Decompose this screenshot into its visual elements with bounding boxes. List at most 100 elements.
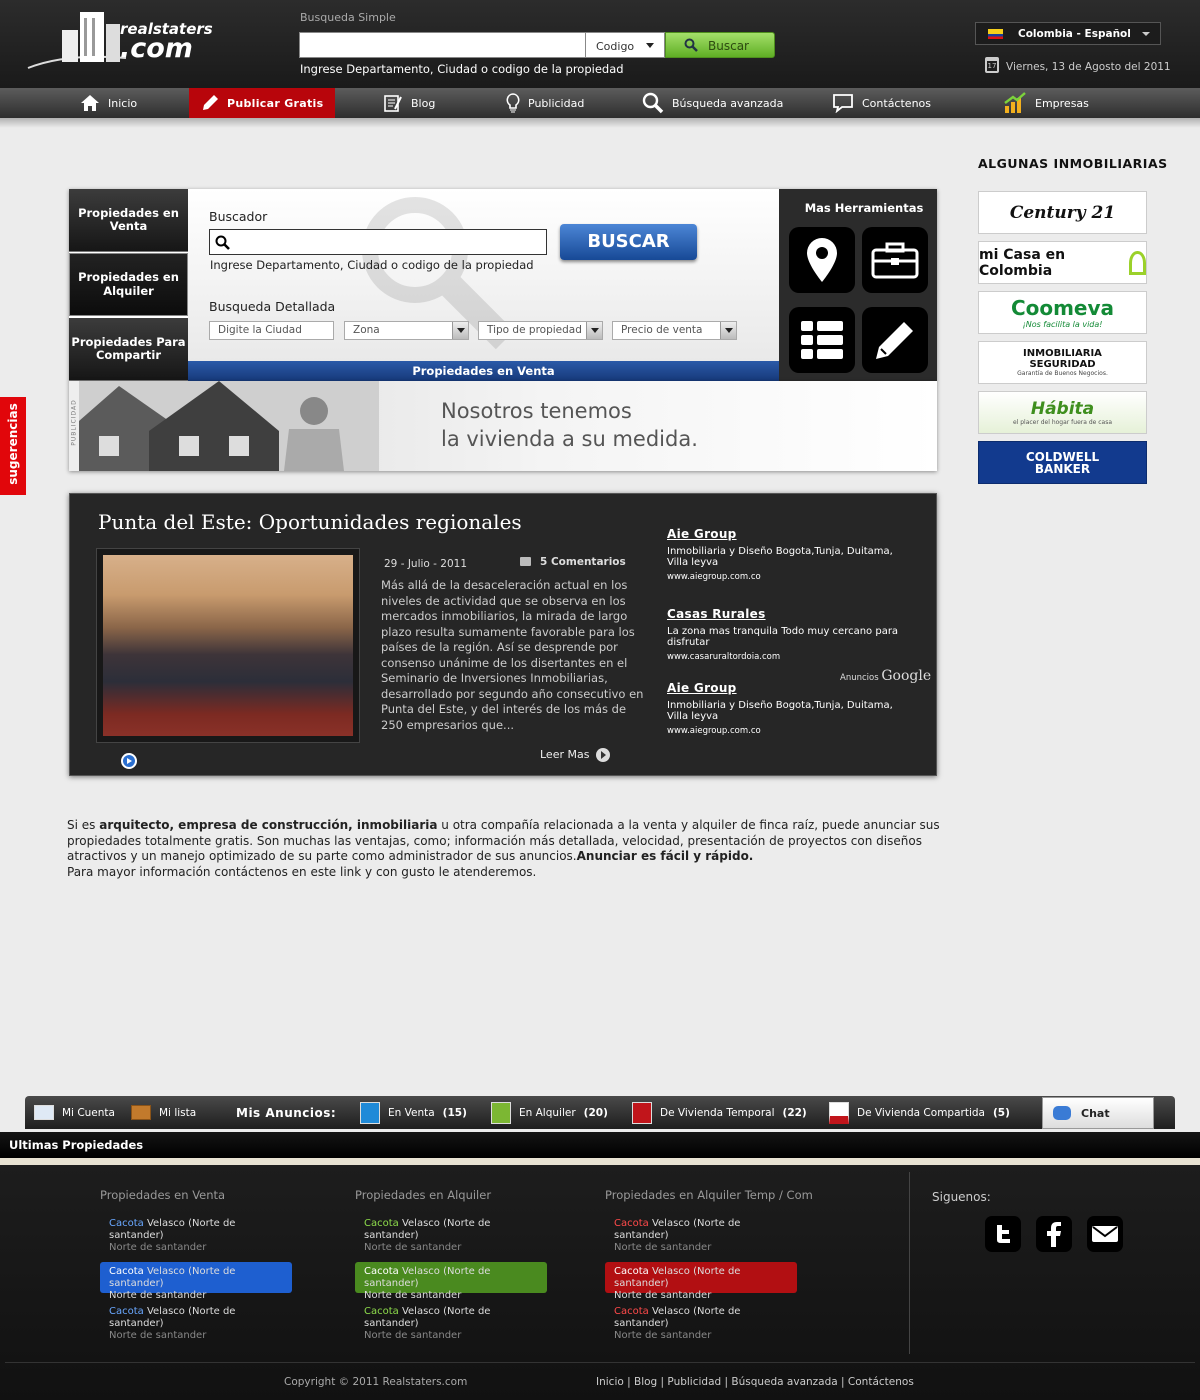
publicidad-label: PUBLICIDAD	[69, 381, 79, 471]
footer-property-entry[interactable]: Cacota Velasco (Norte de santander) Norte…	[100, 1302, 292, 1341]
language-select[interactable]: Colombia - Español	[975, 22, 1161, 45]
comment-icon	[520, 557, 531, 566]
nav-busqueda-avanzada[interactable]: Búsqueda avanzada	[642, 88, 783, 118]
coldwell-banker-logo[interactable]: COLDWELL BANKER	[978, 441, 1147, 484]
nav-contactenos[interactable]: Contáctenos	[832, 88, 931, 118]
ciudad-input[interactable]: Digite la Ciudad	[209, 321, 334, 340]
anuncios-alquiler-button[interactable]: En Alquiler (20)	[491, 1096, 608, 1129]
entry-region: Norte de santander	[364, 1242, 462, 1253]
simple-search-input[interactable]	[299, 32, 585, 58]
inmobiliaria-seguridad-logo[interactable]: INMOBILIARIA SEGURIDAD Garantía de Buenos…	[978, 341, 1147, 384]
anuncios-venta-button[interactable]: En Venta (15)	[360, 1096, 467, 1129]
briefcase-icon	[131, 1105, 151, 1120]
buscador-input[interactable]	[209, 229, 547, 255]
chevron-down-icon	[452, 322, 468, 339]
news-comments-link[interactable]: 5 Comentarios	[540, 556, 626, 568]
facebook-icon[interactable]	[1036, 1216, 1072, 1252]
nav-blog[interactable]: Blog	[383, 88, 435, 118]
nav-publicar-gratis[interactable]: Publicar Gratis	[189, 88, 336, 118]
tools-title: Mas Herramientas	[804, 201, 924, 215]
read-more-link[interactable]: Leer Mas	[540, 748, 589, 761]
facebook-glyph	[1047, 1222, 1061, 1247]
envelope-glyph	[1092, 1226, 1118, 1242]
code-select[interactable]: Codigo	[585, 32, 665, 58]
tab-propiedades-alquiler[interactable]: Propiedades en Alquiler	[69, 253, 188, 316]
news-photo[interactable]	[96, 548, 360, 743]
ciudad-placeholder: Digite la Ciudad	[218, 324, 302, 336]
sponsored-ad[interactable]: Casas Rurales La zona mas tranquila Todo…	[667, 607, 902, 662]
ad-title[interactable]: Casas Rurales	[667, 607, 902, 621]
google-ads-label[interactable]: Anuncios Google	[840, 668, 931, 684]
entry-title: Cacota Velasco (Norte de santander)	[614, 1266, 797, 1290]
habita-logo[interactable]: Hábita el placer del hogar fuera de casa	[978, 391, 1147, 434]
nav-empresas[interactable]: Empresas	[1003, 88, 1089, 118]
document-icon	[829, 1101, 849, 1124]
precio-venta-value: Precio de venta	[621, 324, 703, 336]
footer-property-entry[interactable]: Cacota Velasco (Norte de santander) Norte…	[355, 1302, 547, 1341]
nav-publicidad[interactable]: Publicidad	[506, 88, 584, 118]
footer-links[interactable]: Inicio | Blog | Publicidad | Búsqueda av…	[596, 1376, 914, 1388]
email-icon[interactable]	[1087, 1216, 1123, 1252]
ad-title[interactable]: Aie Group	[667, 527, 902, 541]
ad-description: Inmobiliaria y Diseño Bogota,Tunja, Duit…	[667, 700, 893, 722]
entry-city: Cacota	[109, 1306, 144, 1317]
tool-edit[interactable]	[862, 307, 928, 373]
precio-venta-select[interactable]: Precio de venta	[612, 321, 737, 340]
news-title[interactable]: Punta del Este: Oportunidades regionales	[98, 510, 522, 534]
tool-list[interactable]	[789, 307, 855, 373]
footer-property-entry[interactable]: Cacota Velasco (Norte de santander) Norte…	[100, 1214, 292, 1253]
footer-property-entry[interactable]: Cacota Velasco (Norte de santander) Norte…	[355, 1262, 547, 1301]
info-contact-line[interactable]: Para mayor información contáctenos en es…	[67, 865, 536, 879]
document-icon	[491, 1101, 511, 1124]
play-icon[interactable]	[121, 753, 137, 769]
tab-propiedades-venta[interactable]: Propiedades en Venta	[69, 189, 188, 252]
entry-title: Cacota Velasco (Norte de santander)	[614, 1306, 797, 1330]
nav-label: Publicidad	[528, 96, 585, 110]
footer-property-entry[interactable]: Cacota Velasco (Norte de santander) Norte…	[605, 1214, 797, 1253]
micasa-colombia-logo[interactable]: mi Casa en Colombia	[978, 241, 1147, 284]
mi-cuenta-button[interactable]: Mi Cuenta	[34, 1096, 115, 1129]
suggestions-tab[interactable]: sugerencias	[0, 397, 26, 495]
footer-col-title-temp: Propiedades en Alquiler Temp / Com	[605, 1188, 813, 1202]
entry-region: Norte de santander	[109, 1330, 207, 1341]
tab-propiedades-compartir[interactable]: Propiedades Para Compartir	[69, 318, 188, 381]
zona-select[interactable]: Zona	[344, 321, 469, 340]
tool-map[interactable]	[789, 227, 855, 293]
footer-property-entry[interactable]: Cacota Velasco (Norte de santander) Norte…	[605, 1262, 797, 1301]
entry-title: Cacota Velasco (Norte de santander)	[109, 1266, 292, 1290]
anuncios-temporal-label: De Vivienda Temporal	[660, 1106, 775, 1119]
nav-inicio[interactable]: Inicio	[80, 88, 137, 118]
entry-region: Norte de santander	[614, 1242, 712, 1253]
banner-text: Nosotros tenemos la vivienda a su medida…	[441, 397, 698, 454]
twitter-icon[interactable]	[985, 1216, 1021, 1252]
mi-lista-button[interactable]: Mi lista	[131, 1096, 196, 1129]
footer-property-entry[interactable]: Cacota Velasco (Norte de santander) Norte…	[605, 1302, 797, 1341]
entry-region: Norte de santander	[109, 1290, 207, 1301]
publish-info: Si es arquitecto, empresa de construcció…	[67, 818, 942, 880]
anuncios-temporal-button[interactable]: De Vivienda Temporal (22)	[632, 1096, 807, 1129]
tool-briefcase[interactable]	[862, 227, 928, 293]
search-button[interactable]: Buscar	[665, 32, 775, 58]
ad-url[interactable]: www.aiegroup.com.co	[667, 572, 902, 582]
ribbon-icon	[1129, 250, 1146, 275]
buscar-button[interactable]: BUSCAR	[560, 224, 697, 260]
entry-city: Cacota	[614, 1306, 649, 1317]
anuncios-compartida-button[interactable]: De Vivienda Compartida (5)	[829, 1096, 1010, 1129]
sponsored-ad[interactable]: Aie Group Inmobiliaria y Diseño Bogota,T…	[667, 681, 902, 736]
tipo-propiedad-select[interactable]: Tipo de propiedad	[478, 321, 603, 340]
ad-url[interactable]: www.aiegroup.com.co	[667, 726, 902, 736]
coomeva-logo[interactable]: Coomeva ¡Nos facilita la vida!	[978, 291, 1147, 334]
footer-property-entry[interactable]: Cacota Velasco (Norte de santander) Norte…	[355, 1214, 547, 1253]
ad-url[interactable]: www.casaruraltordoia.com	[667, 652, 902, 662]
century21-logo[interactable]: Century 21	[978, 191, 1147, 234]
anuncios-compartida-label: De Vivienda Compartida	[857, 1106, 985, 1119]
anuncios-alquiler-label: En Alquiler	[519, 1106, 576, 1119]
entry-city: Cacota	[614, 1266, 649, 1277]
logo-text[interactable]: realstaters .com	[120, 22, 213, 63]
sponsored-ad[interactable]: Aie Group Inmobiliaria y Diseño Bogota,T…	[667, 527, 902, 582]
footer-property-entry[interactable]: Cacota Velasco (Norte de santander) Norte…	[100, 1262, 292, 1301]
speech-bubble-icon	[833, 94, 853, 113]
arrow-right-icon[interactable]	[596, 748, 610, 762]
nav-label: Inicio	[108, 96, 138, 110]
chat-button[interactable]: Chat	[1042, 1097, 1154, 1129]
